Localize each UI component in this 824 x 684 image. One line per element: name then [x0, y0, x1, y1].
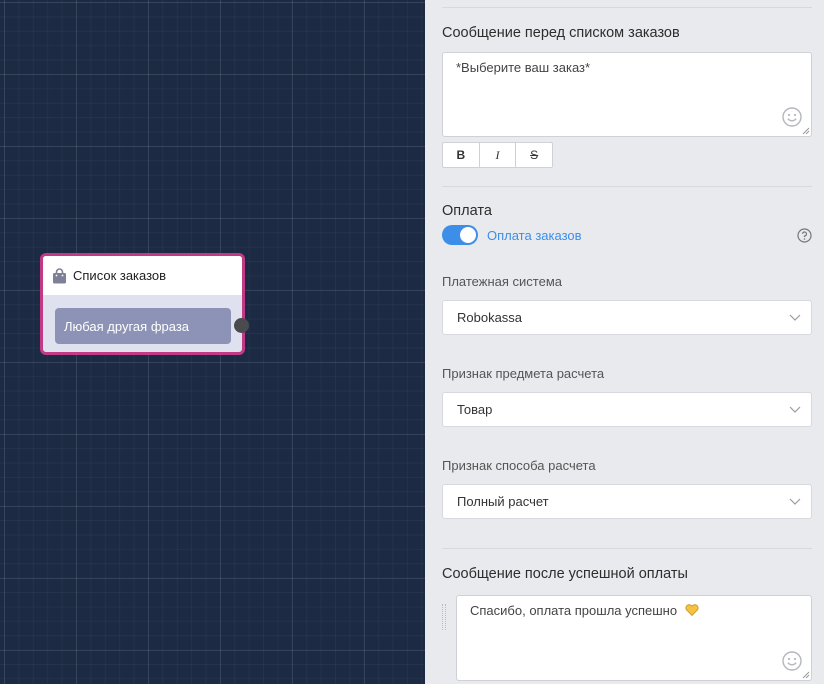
italic-button[interactable]: I — [480, 143, 517, 167]
after-success-textarea[interactable]: Спасибо, оплата прошла успешно — [456, 595, 812, 681]
settings-panel: Сообщение перед списком заказов *Выберит… — [425, 0, 824, 684]
payment-toggle-label[interactable]: Оплата заказов — [487, 228, 582, 243]
order-list-node[interactable]: Список заказов Любая другая фраза — [40, 253, 249, 355]
before-list-textarea[interactable]: *Выберите ваш заказ* — [442, 52, 812, 137]
format-toolbar: B I S — [442, 142, 553, 168]
before-list-text: *Выберите ваш заказ* — [456, 60, 591, 75]
payment-system-select[interactable]: Robokassa — [442, 300, 812, 335]
item-sign-value: Товар — [457, 402, 493, 417]
emoji-icon[interactable] — [782, 651, 802, 671]
node-option-any-phrase[interactable]: Любая другая фраза — [55, 308, 231, 344]
resize-handle-icon[interactable] — [802, 671, 810, 679]
node-header: Список заказов — [43, 256, 242, 295]
chevron-down-icon — [789, 314, 801, 321]
flow-canvas[interactable]: Список заказов Любая другая фраза — [0, 0, 425, 684]
node-title: Список заказов — [73, 268, 167, 283]
method-sign-select[interactable]: Полный расчет — [442, 484, 812, 519]
divider — [442, 7, 812, 8]
chevron-down-icon — [789, 406, 801, 413]
payment-toggle[interactable] — [442, 225, 478, 245]
after-success-text: Спасибо, оплата прошла успешно — [470, 603, 678, 618]
before-list-label: Сообщение перед списком заказов — [442, 25, 680, 41]
resize-handle-icon[interactable] — [802, 127, 810, 135]
shopping-bag-icon — [53, 267, 66, 283]
node-output-port[interactable] — [234, 318, 249, 333]
payment-system-value: Robokassa — [457, 310, 523, 325]
payment-system-label: Платежная система — [442, 274, 562, 289]
item-sign-label: Признак предмета расчета — [442, 366, 605, 381]
divider — [442, 186, 812, 187]
yellow-heart-icon — [685, 604, 699, 616]
payment-label: Оплата — [442, 203, 492, 219]
strikethrough-button[interactable]: S — [516, 143, 552, 167]
chevron-down-icon — [789, 498, 801, 505]
after-success-label: Сообщение после успешной оплаты — [442, 566, 688, 582]
bold-button[interactable]: B — [443, 143, 480, 167]
item-sign-select[interactable]: Товар — [442, 392, 812, 427]
help-icon[interactable] — [797, 228, 812, 243]
emoji-icon[interactable] — [782, 107, 802, 127]
method-sign-label: Признак способа расчета — [442, 458, 596, 473]
divider — [442, 548, 812, 549]
drag-handle[interactable] — [442, 604, 446, 630]
method-sign-value: Полный расчет — [457, 494, 549, 509]
